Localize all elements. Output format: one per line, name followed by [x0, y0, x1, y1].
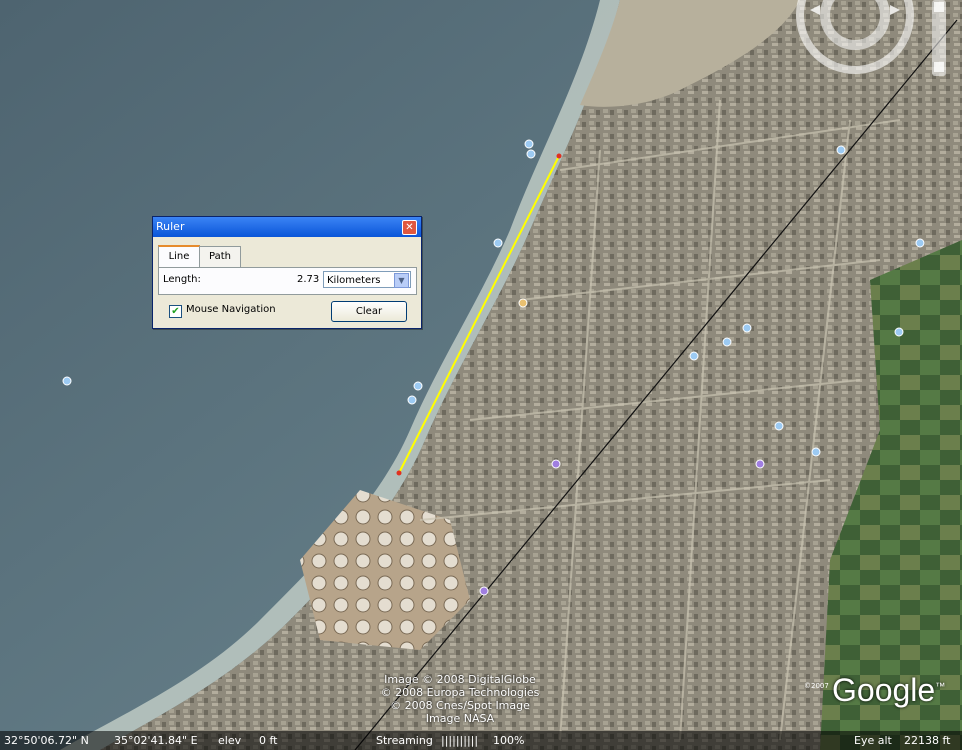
credit-line: Image NASA	[425, 712, 495, 725]
eye-alt-value: 22138 ft	[904, 734, 951, 747]
eye-alt-label: Eye alt	[854, 734, 892, 747]
mouse-navigation-checkbox[interactable]: ✔	[169, 305, 182, 318]
placemark-icon	[479, 586, 489, 596]
placemark-icon	[689, 351, 699, 361]
credit-line: © 2008 Cnes/Spot Image	[390, 699, 530, 712]
chevron-down-icon[interactable]: ▼	[394, 273, 409, 288]
logo-year: ©2007	[804, 682, 829, 690]
status-bar: 32°50'06.72" N 35°02'41.84" E elev 0 ft …	[0, 731, 962, 750]
imagery-credits: Image © 2008 DigitalGlobe © 2008 Europa …	[360, 673, 560, 725]
latitude-readout: 32°50'06.72" N	[4, 734, 89, 747]
placemark-icon	[915, 238, 925, 248]
placemark-icon	[551, 459, 561, 469]
tab-path[interactable]: Path	[199, 246, 241, 267]
ruler-titlebar[interactable]: Ruler ✕	[153, 217, 421, 237]
ruler-dialog: Ruler ✕ Line Path Length: 2.73 Kilometer…	[152, 216, 422, 329]
placemark-icon	[894, 327, 904, 337]
streaming-label: Streaming	[376, 734, 433, 747]
placemark-icon	[407, 395, 417, 405]
placemark-icon	[526, 149, 536, 159]
elevation-label: elev	[218, 734, 242, 747]
close-icon[interactable]: ✕	[402, 220, 417, 235]
placemark-icon	[742, 323, 752, 333]
placemark-icon	[722, 337, 732, 347]
logo-tm: ™	[935, 681, 946, 693]
measure-end-point[interactable]	[396, 470, 402, 476]
streaming-progress: ||||||||||	[441, 734, 479, 747]
ruler-panel: Length: 2.73 Kilometers ▼	[158, 267, 417, 295]
clear-button[interactable]: Clear	[331, 301, 407, 322]
google-logo: Google™	[832, 672, 945, 709]
ruler-title: Ruler	[156, 220, 185, 233]
length-value: 2.73	[297, 274, 320, 285]
placemark-icon	[774, 421, 784, 431]
zoom-slider-icon[interactable]	[932, 0, 946, 76]
placemark-icon	[755, 459, 765, 469]
satellite-map[interactable]	[0, 0, 962, 750]
unit-select-value: Kilometers	[327, 275, 381, 286]
placemark-icon	[413, 381, 423, 391]
longitude-readout: 35°02'41.84" E	[114, 734, 198, 747]
length-label: Length:	[163, 274, 201, 285]
elevation-value: 0 ft	[259, 734, 278, 747]
measure-start-point[interactable]	[556, 153, 562, 159]
mouse-navigation-label[interactable]: Mouse Navigation	[186, 304, 276, 315]
placemark-icon	[62, 376, 72, 386]
logo-text: Google	[832, 672, 936, 708]
streaming-percent: 100%	[493, 734, 525, 747]
placemark-icon	[524, 139, 534, 149]
placemark-icon	[836, 145, 846, 155]
checkmark-icon: ✔	[171, 306, 180, 317]
tab-line[interactable]: Line	[158, 245, 200, 269]
placemark-icon	[493, 238, 503, 248]
credit-line: © 2008 Europa Technologies	[380, 686, 540, 699]
unit-select[interactable]: Kilometers ▼	[323, 271, 411, 288]
placemark-icon	[811, 447, 821, 457]
placemark-icon	[518, 298, 528, 308]
credit-line: Image © 2008 DigitalGlobe	[384, 673, 536, 686]
